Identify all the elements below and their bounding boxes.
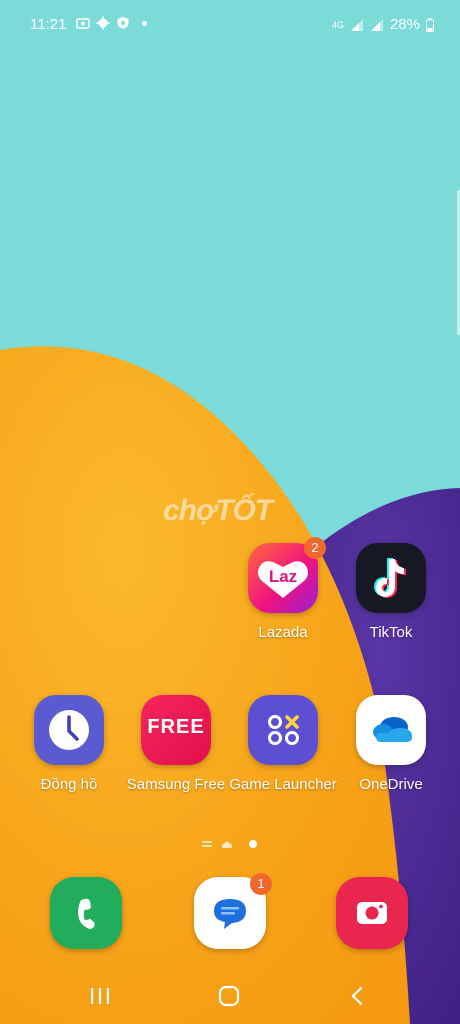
back-icon[interactable] — [338, 976, 378, 1016]
dock-messages[interactable]: 1 — [194, 873, 272, 949]
lazada-icon: Laz 2 — [248, 537, 326, 613]
settings-icon — [96, 16, 110, 30]
screenshot-icon — [76, 18, 90, 29]
signal-icon — [350, 18, 363, 31]
lazada-logo-text: Laz — [268, 567, 298, 586]
more-notifications-dot — [142, 20, 147, 26]
app-label: Game Launcher — [229, 776, 337, 793]
clock-face-icon — [49, 710, 89, 750]
battery-icon — [426, 17, 434, 32]
onedrive-icon — [356, 695, 426, 765]
app-label: Samsung Free — [126, 776, 226, 793]
phone-icon — [78, 898, 95, 929]
camera-icon — [357, 902, 387, 924]
home-page-icon — [222, 841, 232, 848]
app-game-launcher[interactable]: Game Launcher — [228, 695, 338, 794]
page-list-icon — [202, 841, 212, 843]
app-samsung-free[interactable]: FREE Samsung Free — [121, 695, 231, 794]
app-label: Lazada — [258, 624, 308, 641]
status-right: 4G 28% — [332, 16, 434, 33]
lazada-badge: 2 — [304, 537, 326, 559]
page-indicator[interactable] — [200, 838, 270, 850]
app-onedrive[interactable]: OneDrive — [336, 695, 446, 794]
game-launcher-icon — [248, 695, 318, 765]
notification-icons — [76, 16, 147, 30]
app-lazada[interactable]: Laz 2 Lazada — [228, 537, 338, 642]
status-bar: 11:21 4G 28% — [0, 0, 460, 50]
app-clock[interactable]: Đồng hồ — [14, 695, 124, 794]
network-type: 4G — [331, 19, 344, 30]
free-logo-text: FREE — [147, 716, 205, 738]
watermark: chợTỐT — [163, 494, 273, 527]
samsung-free-icon: FREE — [141, 695, 211, 765]
home-button-icon[interactable] — [209, 976, 249, 1016]
battery-percent: 28% — [389, 16, 420, 33]
tiktok-note-icon — [374, 558, 406, 598]
app-label: Đồng hồ — [40, 776, 98, 793]
clock-icon — [34, 695, 104, 765]
messages-badge: 1 — [250, 873, 272, 895]
signal-icon-2 — [370, 18, 383, 31]
current-page-dot — [249, 840, 257, 848]
dock-phone[interactable] — [50, 877, 122, 949]
app-tiktok[interactable]: TikTok — [336, 543, 446, 642]
app-label: TikTok — [369, 624, 413, 641]
shield-icon — [117, 17, 129, 29]
cloud-icon — [373, 717, 412, 742]
app-label: OneDrive — [359, 776, 423, 793]
dock-camera[interactable] — [336, 877, 408, 949]
game-buttons-icon — [268, 715, 299, 745]
status-time: 11:21 — [30, 16, 67, 33]
recent-apps-icon[interactable] — [80, 976, 120, 1016]
tiktok-icon — [356, 543, 426, 613]
navigation-bar — [0, 964, 460, 1024]
